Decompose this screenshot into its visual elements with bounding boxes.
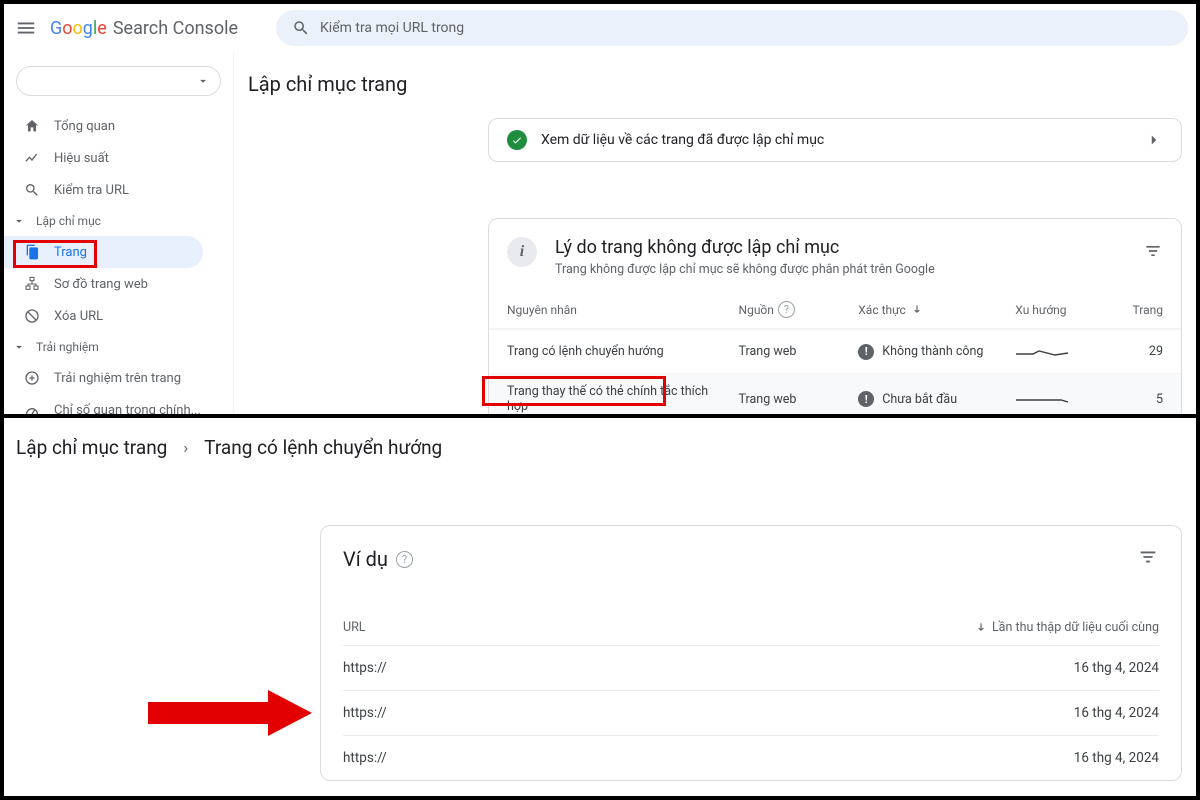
example-row[interactable]: https:// 16 thg 4, 2024	[343, 645, 1159, 690]
search-icon	[292, 19, 310, 37]
filter-icon[interactable]	[1137, 546, 1159, 572]
cell-validation: Chưa bắt đầu	[882, 392, 957, 407]
reasons-table-head: Nguyên nhân Nguồn ? Xác thực Xu hướng Tr…	[489, 291, 1181, 329]
hamburger-icon[interactable]	[12, 14, 40, 42]
home-icon	[24, 118, 40, 134]
nav-pages[interactable]: Trang	[4, 236, 203, 268]
sparkline	[1015, 347, 1069, 357]
filter-icon[interactable]	[1143, 237, 1163, 265]
url-inspect-search[interactable]: Kiểm tra mọi URL trong	[276, 10, 1188, 46]
reason-row[interactable]: Trang có lệnh chuyển hướng Trang web ! K…	[489, 329, 1181, 373]
reason-row[interactable]: Trang thay thế có thẻ chính tắc thích hợ…	[489, 373, 1181, 414]
cell-crawled: 16 thg 4, 2024	[1074, 660, 1159, 676]
col-cause: Nguyên nhân	[507, 303, 731, 317]
examples-card: Ví dụ ? URL Lần thu thập dữ liệu cuối cù…	[320, 525, 1182, 781]
col-crawled-sort[interactable]: Lần thu thập dữ liệu cuối cùng	[974, 620, 1159, 635]
trend-icon	[24, 150, 40, 166]
error-icon: !	[858, 391, 874, 407]
chevron-right-icon	[1145, 131, 1163, 149]
cell-validation: Không thành công	[882, 344, 983, 359]
cell-url: https://	[343, 705, 387, 721]
nav-label: Sơ đồ trang web	[54, 277, 148, 292]
col-trend: Xu hướng	[1015, 303, 1108, 317]
reasons-subtitle: Trang không được lập chỉ mục sẽ không đư…	[555, 262, 935, 277]
nav-label: Kiểm tra URL	[54, 183, 129, 198]
reasons-title: Lý do trang không được lập chỉ mục	[555, 237, 935, 258]
nav-url-inspect[interactable]: Kiểm tra URL	[4, 174, 233, 206]
error-icon: !	[858, 344, 874, 360]
sidebar: Tổng quan Hiệu suất Kiểm tra URL Lập chỉ…	[4, 52, 234, 414]
arrow-down-icon	[974, 621, 988, 635]
nav-section-label: Trải nghiệm	[36, 340, 99, 354]
nav-label: Tổng quan	[54, 119, 115, 134]
cell-pages: 5	[1116, 392, 1163, 407]
nav-removals[interactable]: Xóa URL	[4, 300, 233, 332]
col-source: Nguồn	[739, 303, 774, 317]
nav-label: Xóa URL	[54, 309, 103, 324]
info-icon: i	[507, 237, 537, 267]
plus-circle-icon	[24, 370, 40, 386]
nav-label: Trang	[54, 245, 87, 260]
remove-icon	[24, 308, 40, 324]
nav-sitemaps[interactable]: Sơ đồ trang web	[4, 268, 233, 300]
help-icon[interactable]: ?	[778, 301, 795, 318]
help-icon[interactable]: ?	[396, 551, 413, 568]
nav-section-experience[interactable]: Trải nghiệm	[4, 332, 233, 362]
col-url: URL	[343, 620, 366, 635]
indexed-banner-text: Xem dữ liệu về các trang đã được lập chỉ…	[541, 132, 824, 148]
cell-source: Trang web	[739, 392, 851, 407]
examples-table-head: URL Lần thu thập dữ liệu cuối cùng	[343, 620, 1159, 645]
cell-pages: 29	[1116, 344, 1163, 359]
cell-url: https://	[343, 750, 387, 766]
cell-cause: Trang thay thế có thẻ chính tắc thích hợ…	[507, 384, 731, 414]
nav-label: Chỉ số quan trọng chính...	[54, 403, 201, 418]
breadcrumb-root[interactable]: Lập chỉ mục trang	[16, 436, 167, 459]
breadcrumb: Lập chỉ mục trang › Trang có lệnh chuyển…	[4, 418, 1196, 477]
check-circle-icon	[507, 130, 527, 150]
nav-core-web-vitals[interactable]: Chỉ số quan trọng chính...	[4, 394, 233, 418]
search-placeholder: Kiểm tra mọi URL trong	[320, 20, 464, 36]
chevron-down-icon	[196, 74, 210, 88]
example-row[interactable]: https:// 16 thg 4, 2024	[343, 735, 1159, 780]
cell-crawled: 16 thg 4, 2024	[1074, 705, 1159, 721]
pages-icon	[24, 244, 40, 260]
chevron-down-icon	[12, 214, 26, 228]
magnify-icon	[24, 182, 40, 198]
cell-url: https://	[343, 660, 387, 676]
brand-logo: Google Search Console	[50, 18, 238, 39]
not-indexed-reasons-card: i Lý do trang không được lập chỉ mục Tra…	[488, 218, 1182, 414]
page-title: Lập chỉ mục trang	[248, 72, 1182, 96]
col-pages: Trang	[1116, 303, 1163, 317]
annotation-arrow	[142, 686, 314, 740]
chevron-right-icon: ›	[183, 438, 188, 457]
nav-label: Hiệu suất	[54, 151, 109, 166]
cell-cause: Trang có lệnh chuyển hướng	[507, 344, 731, 359]
sitemap-icon	[24, 276, 40, 292]
sparkline	[1015, 394, 1069, 404]
col-validation-sort[interactable]: Xác thực	[858, 303, 1007, 317]
nav-performance[interactable]: Hiệu suất	[4, 142, 233, 174]
nav-page-experience[interactable]: Trải nghiệm trên trang	[4, 362, 233, 394]
nav-section-label: Lập chỉ mục	[36, 214, 101, 228]
arrow-down-icon	[910, 303, 924, 317]
cell-crawled: 16 thg 4, 2024	[1074, 750, 1159, 766]
nav-overview[interactable]: Tổng quan	[4, 110, 233, 142]
nav-section-indexing[interactable]: Lập chỉ mục	[4, 206, 233, 236]
property-selector[interactable]	[16, 66, 221, 96]
examples-title: Ví dụ	[343, 547, 388, 571]
chevron-down-icon	[12, 340, 26, 354]
gauge-icon	[24, 402, 40, 418]
breadcrumb-leaf: Trang có lệnh chuyển hướng	[204, 436, 442, 459]
example-row[interactable]: https:// 16 thg 4, 2024	[343, 690, 1159, 735]
nav-label: Trải nghiệm trên trang	[54, 371, 181, 386]
cell-source: Trang web	[739, 344, 851, 359]
indexed-summary-card[interactable]: Xem dữ liệu về các trang đã được lập chỉ…	[488, 118, 1182, 162]
